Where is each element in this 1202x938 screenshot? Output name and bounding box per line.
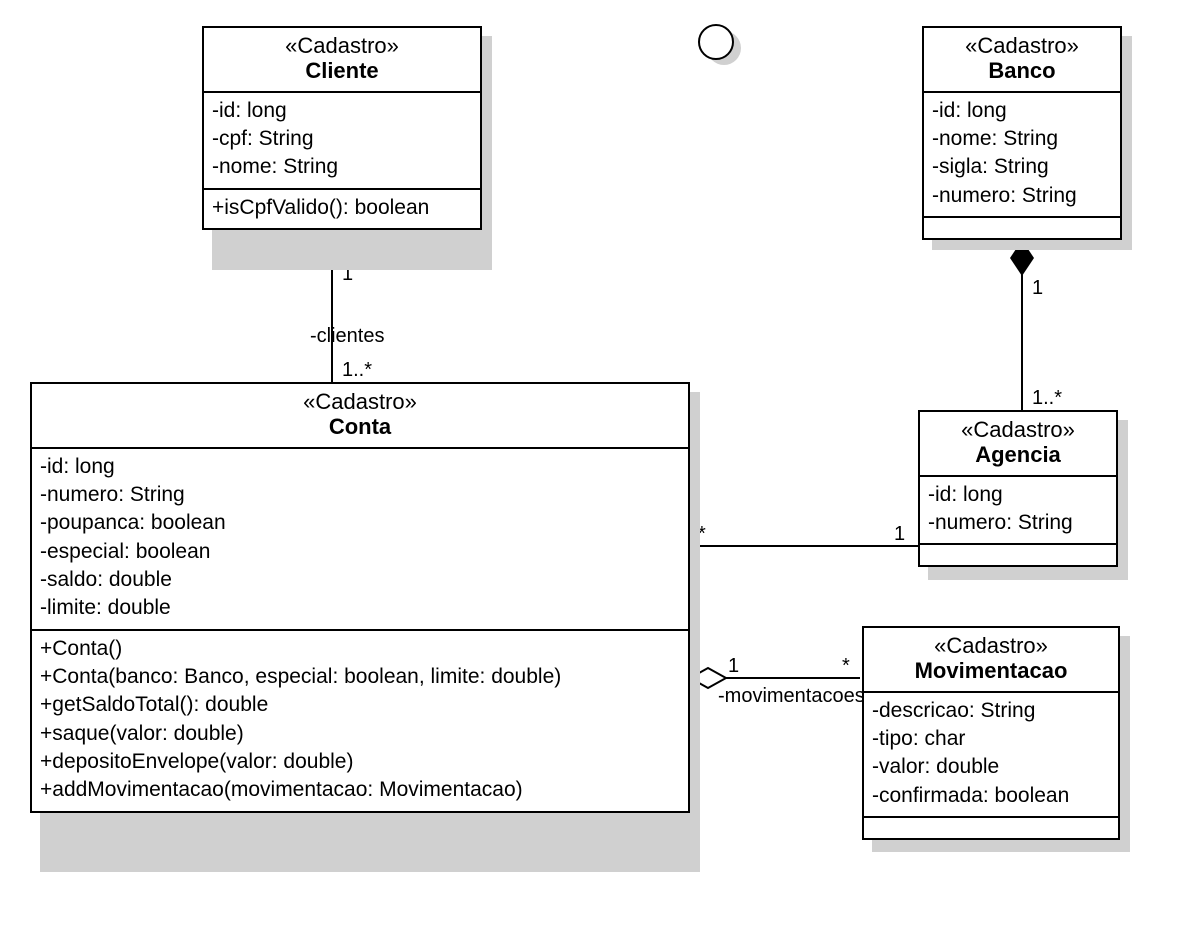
stereotype: «Cadastro»	[872, 634, 1110, 658]
ops-conta: +Conta() +Conta(banco: Banco, especial: …	[32, 631, 688, 811]
mult-banco-top: 1	[1032, 277, 1043, 299]
ops-movimentacao	[864, 818, 1118, 838]
attrs-banco: -id: long -nome: String -sigla: String -…	[924, 93, 1120, 218]
class-name: Movimentacao	[872, 658, 1110, 684]
class-name: Conta	[40, 414, 680, 440]
class-movimentacao: «Cadastro» Movimentacao -descricao: Stri…	[862, 626, 1120, 842]
attrs-movimentacao: -descricao: String -tipo: char -valor: d…	[864, 693, 1118, 818]
class-cliente: «Cadastro» Cliente -id: long -cpf: Strin…	[202, 26, 482, 260]
ops-agencia	[920, 545, 1116, 565]
mult-banco-bottom: 1..*	[1032, 387, 1062, 409]
mult-mov-left: *	[842, 655, 850, 677]
mult-conta-right: 1	[728, 655, 739, 677]
stereotype: «Cadastro»	[928, 418, 1108, 442]
attrs-conta: -id: long -numero: String -poupanca: boo…	[32, 449, 688, 631]
stereotype: «Cadastro»	[932, 34, 1112, 58]
attrs-agencia: -id: long -numero: String	[920, 477, 1116, 546]
class-name: Banco	[932, 58, 1112, 84]
mult-agencia-left: 1	[894, 523, 905, 545]
class-name: Agencia	[928, 442, 1108, 468]
stereotype: «Cadastro»	[40, 390, 680, 414]
mult-cliente-bottom: 1..*	[342, 359, 372, 381]
role-movimentacoes: -movimentacoes	[718, 685, 865, 707]
class-banco: «Cadastro» Banco -id: long -nome: String…	[922, 26, 1122, 240]
ops-banco	[924, 218, 1120, 238]
attrs-cliente: -id: long -cpf: String -nome: String	[204, 93, 480, 190]
class-agencia: «Cadastro» Agencia -id: long -numero: St…	[918, 410, 1118, 570]
ops-cliente: +isCpfValido(): boolean	[204, 190, 480, 228]
stereotype: «Cadastro»	[212, 34, 472, 58]
class-name: Cliente	[212, 58, 472, 84]
class-conta: «Cadastro» Conta -id: long -numero: Stri…	[30, 382, 690, 862]
role-clientes: -clientes	[310, 325, 384, 347]
